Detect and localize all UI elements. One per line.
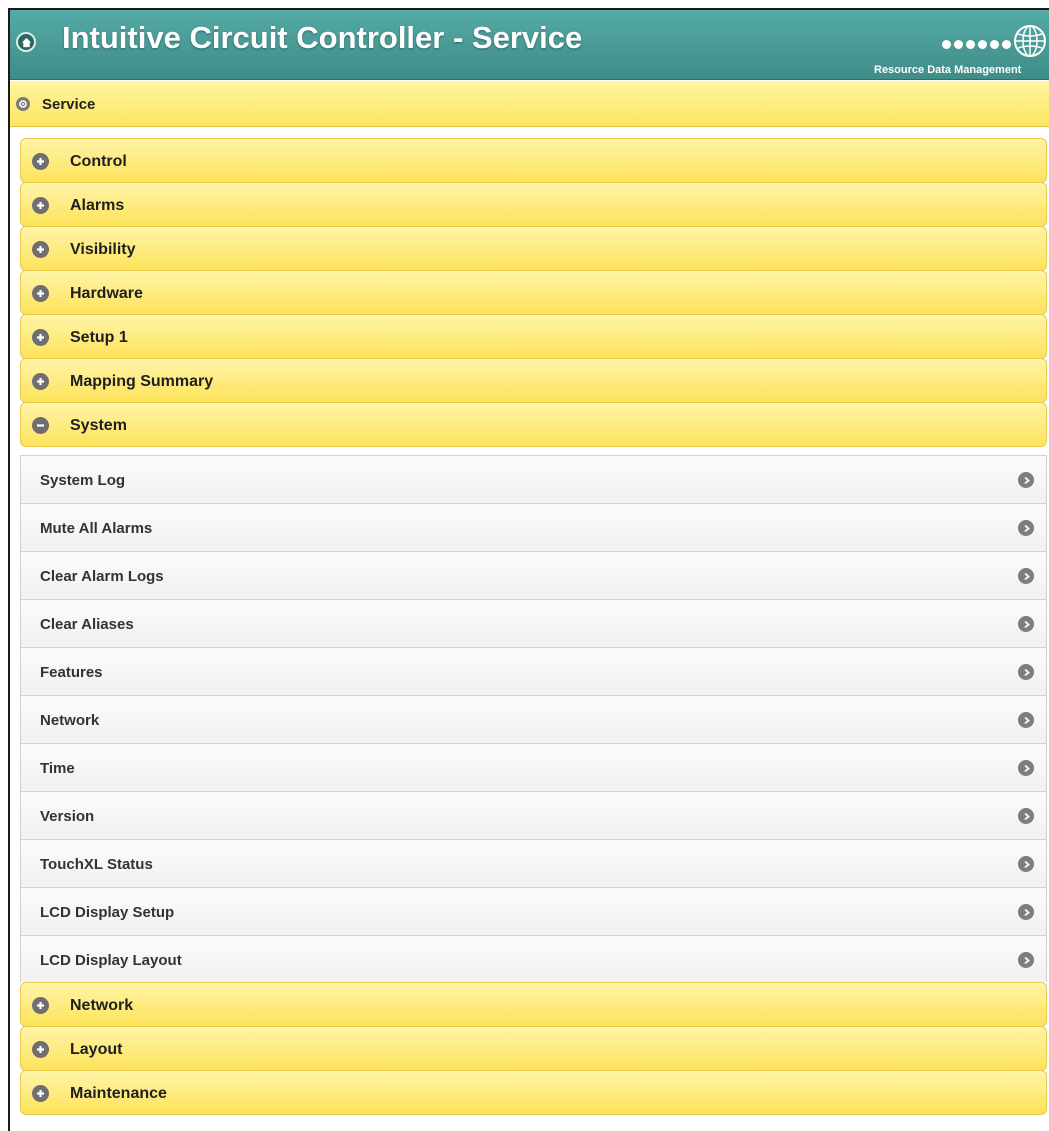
section-label: Network: [70, 997, 134, 1014]
globe-icon: [1014, 25, 1046, 57]
list-item-clear-aliases[interactable]: Clear Aliases: [21, 599, 1046, 647]
section-alarms[interactable]: Alarms: [20, 182, 1047, 227]
plus-icon: [32, 1085, 49, 1102]
chevron-right-icon: [1018, 808, 1034, 824]
section-label: Control: [70, 153, 127, 170]
list-item-label: Clear Aliases: [40, 616, 134, 633]
app-frame: Intuitive Circuit Controller - Service R…: [8, 8, 1049, 1131]
section-label: Visibility: [70, 241, 136, 258]
chevron-right-icon: [1018, 712, 1034, 728]
plus-icon: [32, 373, 49, 390]
plus-icon: [32, 329, 49, 346]
section-label: Mapping Summary: [70, 373, 214, 390]
logo-text: Resource Data Management: [874, 64, 1022, 76]
list-item-lcd-display-setup[interactable]: LCD Display Setup: [21, 887, 1046, 935]
list-item-version[interactable]: Version: [21, 791, 1046, 839]
plus-icon: [32, 241, 49, 258]
section-network[interactable]: Network: [20, 982, 1047, 1027]
section-hardware[interactable]: Hardware: [20, 270, 1047, 315]
list-item-label: LCD Display Setup: [40, 904, 175, 921]
home-button[interactable]: [16, 32, 36, 52]
plus-icon: [32, 997, 49, 1014]
list-item-lcd-display-layout[interactable]: LCD Display Layout: [21, 935, 1046, 982]
service-label: Service: [42, 96, 96, 113]
app-header: Intuitive Circuit Controller - Service R…: [10, 10, 1049, 80]
system-item-list: System Log Mute All Alarms Clear Alarm L…: [20, 455, 1047, 982]
service-bar[interactable]: Service: [10, 81, 1049, 127]
section-label: Setup 1: [70, 329, 128, 346]
chevron-right-icon: [1018, 568, 1034, 584]
chevron-right-icon: [1018, 760, 1034, 776]
list-item-label: TouchXL Status: [40, 856, 153, 873]
list-item-mute-all-alarms[interactable]: Mute All Alarms: [21, 503, 1046, 551]
plus-icon: [32, 153, 49, 170]
chevron-right-icon: [1018, 472, 1034, 488]
section-label: System: [70, 417, 127, 434]
section-label: Alarms: [70, 197, 125, 214]
list-item-time[interactable]: Time: [21, 743, 1046, 791]
list-item-label: Version: [40, 808, 95, 825]
chevron-right-icon: [1018, 904, 1034, 920]
list-item-network[interactable]: Network: [21, 695, 1046, 743]
list-item-label: Mute All Alarms: [40, 520, 153, 537]
list-item-features[interactable]: Features: [21, 647, 1046, 695]
chevron-right-icon: [1018, 952, 1034, 968]
list-item-label: Time: [40, 760, 75, 777]
section-visibility[interactable]: Visibility: [20, 226, 1047, 271]
service-accordion: Control Alarms Visibility Hardware Setup: [20, 138, 1047, 1115]
plus-icon: [32, 1041, 49, 1058]
section-control[interactable]: Control: [20, 138, 1047, 183]
logo-dots: [942, 40, 1011, 49]
section-system[interactable]: System: [20, 402, 1047, 447]
section-layout[interactable]: Layout: [20, 1026, 1047, 1071]
list-item-label: Features: [40, 664, 103, 681]
home-icon: [21, 37, 31, 47]
list-item-label: LCD Display Layout: [40, 952, 182, 969]
section-mapping-summary[interactable]: Mapping Summary: [20, 358, 1047, 403]
section-label: Maintenance: [70, 1085, 167, 1102]
plus-icon: [32, 197, 49, 214]
section-label: Hardware: [70, 285, 143, 302]
chevron-right-icon: [1018, 664, 1034, 680]
section-label: Layout: [70, 1041, 123, 1058]
list-item-label: Network: [40, 712, 100, 729]
list-item-clear-alarm-logs[interactable]: Clear Alarm Logs: [21, 551, 1046, 599]
company-logo: Resource Data Management: [874, 20, 1049, 78]
list-item-label: System Log: [40, 472, 126, 489]
list-item-system-log[interactable]: System Log: [21, 455, 1046, 503]
section-maintenance[interactable]: Maintenance: [20, 1070, 1047, 1115]
section-setup-1[interactable]: Setup 1: [20, 314, 1047, 359]
chevron-right-icon: [1018, 520, 1034, 536]
gear-icon: [16, 97, 30, 111]
chevron-right-icon: [1018, 856, 1034, 872]
chevron-right-icon: [1018, 616, 1034, 632]
plus-icon: [32, 285, 49, 302]
minus-icon: [32, 417, 49, 434]
list-item-label: Clear Alarm Logs: [40, 568, 164, 585]
list-item-touchxl-status[interactable]: TouchXL Status: [21, 839, 1046, 887]
page-title: Intuitive Circuit Controller - Service: [62, 20, 583, 55]
